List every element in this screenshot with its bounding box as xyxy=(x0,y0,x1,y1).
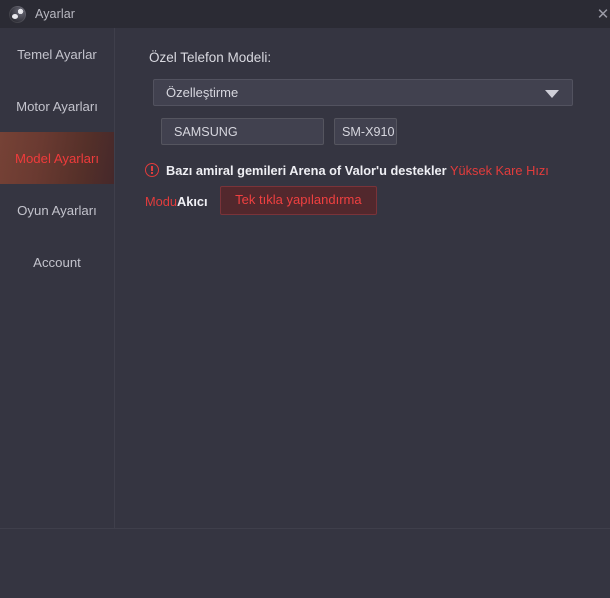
brand-input-value: SAMSUNG xyxy=(174,124,238,139)
chevron-down-icon xyxy=(545,89,559,98)
brand-input[interactable]: SAMSUNG xyxy=(161,118,324,145)
settings-window: Ayarlar ✕ Temel Ayarlar Motor Ayarları M… xyxy=(0,0,610,598)
sidebar-item-label: Temel Ayarlar xyxy=(17,46,97,62)
sidebar-item-oyun-ayarlari[interactable]: Oyun Ayarları xyxy=(0,184,114,236)
sidebar-item-label: Motor Ayarları xyxy=(16,98,98,114)
title-bar: Ayarlar ✕ xyxy=(0,0,610,28)
sidebar: Temel Ayarlar Motor Ayarları Model Ayarl… xyxy=(0,28,115,528)
notice-text-main: Bazı amiral gemileri Arena of Valor'u de… xyxy=(166,163,447,178)
model-code-input-value: SM-X910 xyxy=(342,124,395,139)
warning-circle-icon xyxy=(145,163,159,177)
notice-text-strong: Akıcı xyxy=(177,194,208,209)
content-area: Temel Ayarlar Motor Ayarları Model Ayarl… xyxy=(0,28,610,528)
sidebar-item-temel-ayarlar[interactable]: Temel Ayarlar xyxy=(0,28,114,80)
sidebar-item-label: Model Ayarları xyxy=(14,150,100,166)
phone-model-label: Özel Telefon Modeli: xyxy=(149,50,272,65)
phone-model-select-value: Özelleştirme xyxy=(166,85,239,100)
footer-bar: Tekno Keşif - Bilişim Teknoloji Forumu K… xyxy=(0,528,610,598)
close-icon[interactable]: ✕ xyxy=(592,4,610,24)
main-panel: Özel Telefon Modeli: Özelleştirme SAMSUN… xyxy=(116,28,610,528)
window-title: Ayarlar xyxy=(35,7,76,21)
sphere-icon xyxy=(9,5,26,23)
sidebar-item-label: Oyun Ayarları xyxy=(17,202,97,218)
notice-block: Bazı amiral gemileri Arena of Valor'u de… xyxy=(145,156,595,217)
sidebar-item-model-ayarlari[interactable]: Model Ayarları xyxy=(0,132,114,184)
model-code-input[interactable]: SM-X910 xyxy=(334,118,397,145)
one-click-configure-button[interactable]: Tek tıkla yapılandırma xyxy=(220,186,377,215)
phone-model-select[interactable]: Özelleştirme xyxy=(153,79,573,106)
sidebar-item-account[interactable]: Account xyxy=(0,236,114,288)
sidebar-item-label: Account xyxy=(33,254,81,270)
sidebar-item-motor-ayarlari[interactable]: Motor Ayarları xyxy=(0,80,114,132)
